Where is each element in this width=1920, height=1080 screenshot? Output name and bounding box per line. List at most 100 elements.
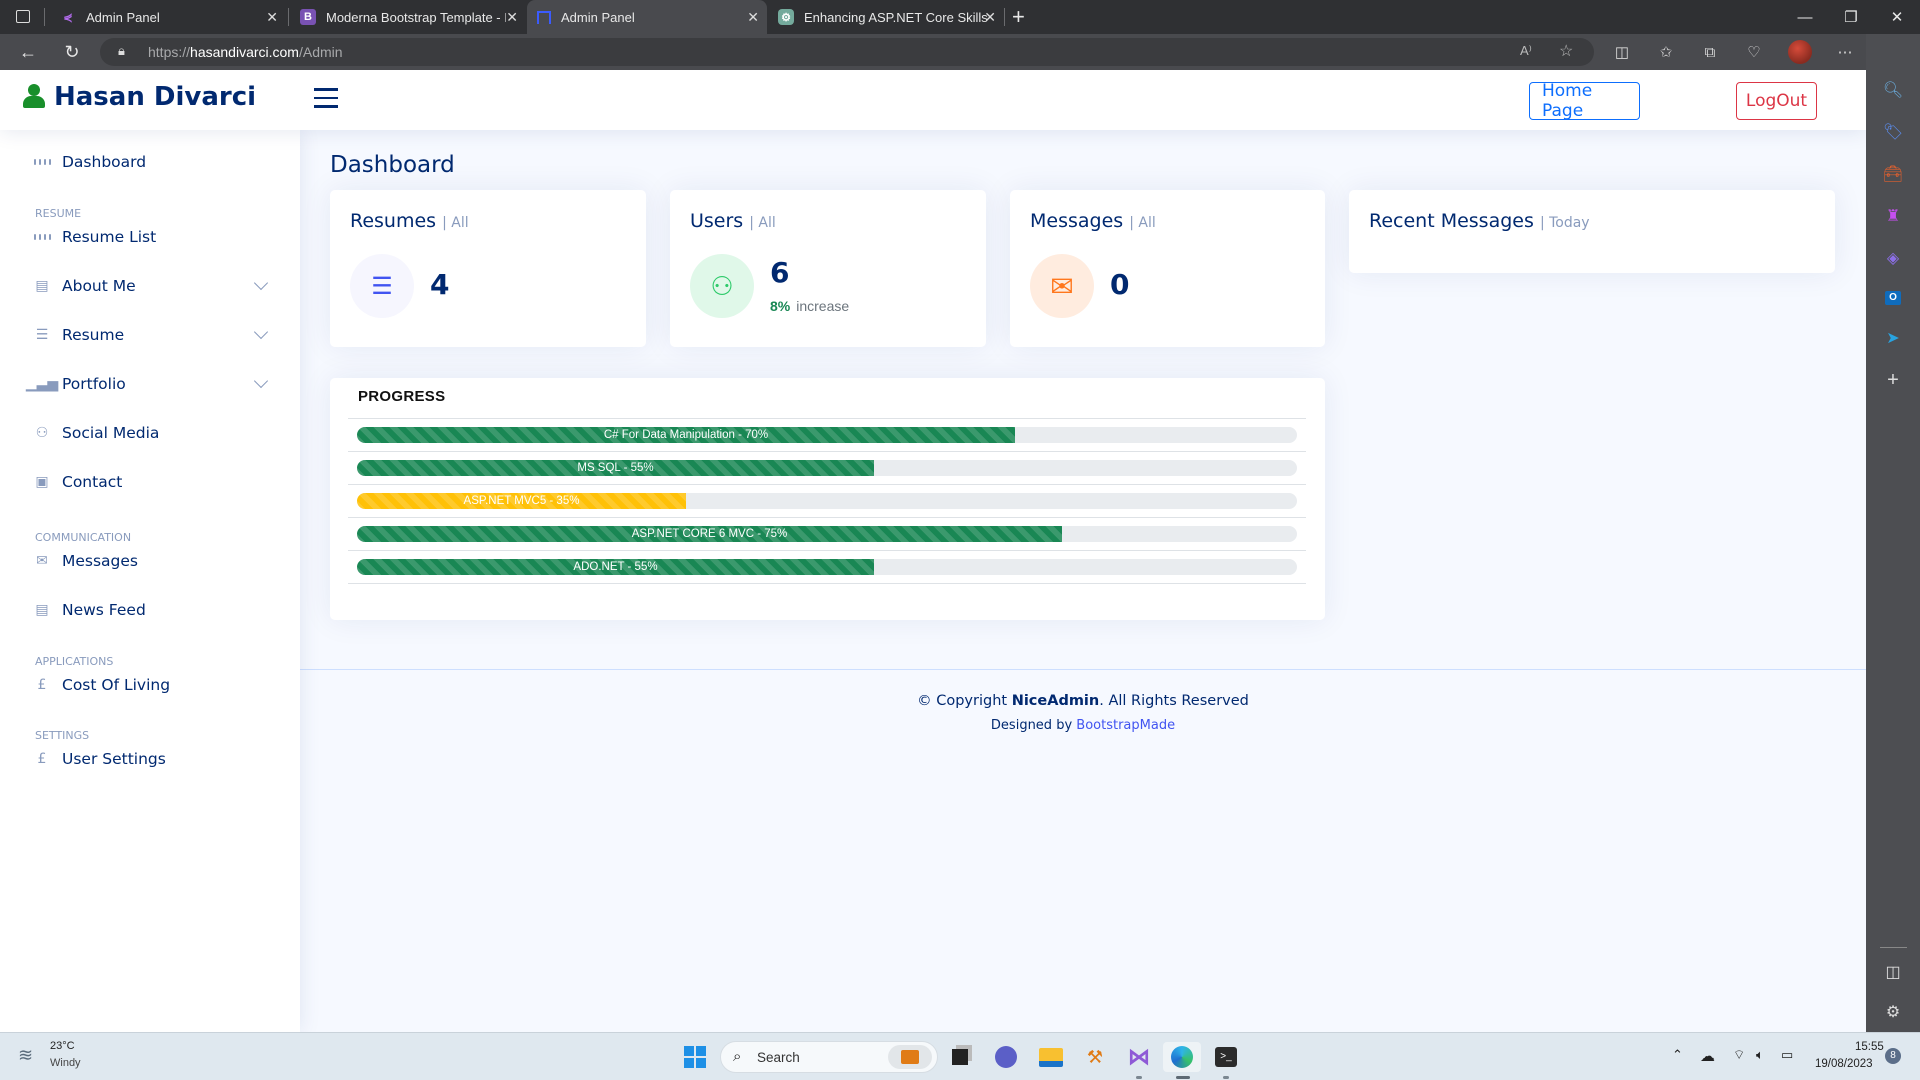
shopping-tag-icon[interactable]: 🏷︎ — [1881, 120, 1905, 144]
tab-moderna-template[interactable]: B Moderna Bootstrap Template - In ✕ — [290, 0, 526, 34]
close-tab-icon[interactable]: ✕ — [747, 9, 759, 26]
sidebar-item-social-media[interactable]: ⚇ Social Media — [20, 413, 280, 453]
sidebar-item-news-feed[interactable]: ▤ News Feed — [20, 590, 280, 630]
resumes-count: 4 — [430, 268, 450, 301]
sidebar-item-contact[interactable]: ▣ Contact — [20, 462, 280, 502]
close-tab-icon[interactable]: ✕ — [984, 9, 996, 26]
refresh-button[interactable]: ↻ — [58, 38, 86, 66]
restore-button[interactable]: ❐ — [1828, 0, 1874, 34]
games-icon[interactable]: ♜ — [1881, 204, 1905, 228]
progress-row: ADO.NET - 55% — [348, 550, 1306, 583]
card-title: Recent Messages | Today — [1369, 210, 1590, 232]
messages-card: Messages | All ✉ 0 — [1010, 190, 1325, 347]
edge-browser-icon[interactable] — [1163, 1042, 1201, 1072]
divider — [1880, 947, 1907, 948]
briefcase-icon — [888, 1045, 932, 1069]
start-button[interactable] — [680, 1042, 710, 1072]
sidebar-item-resume-list[interactable]: Resume List — [20, 217, 280, 257]
new-tab-button[interactable]: + — [1012, 4, 1025, 30]
split-screen-icon[interactable]: ◫ — [1610, 40, 1634, 64]
sidebar-item-user-settings[interactable]: £ User Settings — [20, 739, 280, 779]
browser-essentials-icon[interactable]: ♡ — [1742, 40, 1766, 64]
users-card: Users | All ⚇ 6 8% increase — [670, 190, 986, 347]
weather-temp[interactable]: 23°C — [50, 1040, 75, 1052]
sidebar-item-cost-of-living[interactable]: £ Cost Of Living — [20, 665, 280, 705]
windows-taskbar: ≋ 23°C Windy ⌕ Search ⚒ ⋈ >_ ⌃ ☁ ⌔ 🔈︎ ▭ … — [0, 1032, 1920, 1080]
profile-avatar[interactable] — [1788, 40, 1812, 64]
progress-row: MS SQL - 55% — [348, 451, 1306, 484]
task-view-icon[interactable] — [945, 1042, 975, 1072]
envelope-icon: ✉ — [1030, 254, 1094, 318]
people-icon: ⚇ — [690, 254, 754, 318]
url-bar[interactable]: 🔒︎ https://hasandivarci.com/Admin A⁾ ☆ — [100, 38, 1594, 66]
sidebar-item-about-me[interactable]: ▤ About Me — [20, 266, 280, 306]
chevron-down-icon[interactable] — [253, 324, 269, 340]
tools-icon[interactable]: 🧰︎ — [1881, 162, 1905, 186]
chevron-down-icon[interactable] — [253, 275, 269, 291]
close-window-button[interactable]: ✕ — [1874, 0, 1920, 34]
onedrive-icon[interactable]: ☁ — [1700, 1047, 1715, 1065]
progress-track: ASP.NET MVC5 - 35% — [357, 493, 1297, 509]
progress-track: C# For Data Manipulation - 70% — [357, 427, 1297, 443]
sidebar-item-dashboard[interactable]: Dashboard — [20, 142, 280, 182]
favorites-icon[interactable]: ✩ — [1654, 40, 1678, 64]
grid-icon — [33, 229, 51, 245]
sidebar-item-portfolio[interactable]: ▁▃▅ Portfolio — [20, 364, 280, 404]
page-title: Dashboard — [330, 152, 455, 178]
card-title: Messages | All — [1030, 210, 1156, 232]
clock-time[interactable]: 15:55 — [1855, 1041, 1884, 1053]
users-change: 8% increase — [770, 298, 850, 314]
progress-track: MS SQL - 55% — [357, 460, 1297, 476]
logo[interactable]: Hasan Divarci — [22, 82, 256, 112]
sql-tools-icon[interactable]: ⚒ — [1080, 1042, 1110, 1072]
collections-icon[interactable]: ⧉ — [1698, 40, 1722, 64]
home-page-button[interactable]: Home Page — [1529, 81, 1640, 121]
minimize-button[interactable]: — — [1782, 0, 1828, 34]
progress-track: ADO.NET - 55% — [357, 559, 1297, 575]
show-hidden-icons[interactable]: ⌃ — [1672, 1047, 1683, 1063]
wifi-icon[interactable]: ⌔ — [1733, 1047, 1745, 1063]
tab-enhancing-aspnet[interactable]: ⚙ Enhancing ASP.NET Core Skills ✕ — [768, 0, 1004, 34]
favorite-star-icon[interactable]: ☆ — [1559, 41, 1573, 61]
bootstrap-icon: B — [300, 9, 316, 25]
hide-sidebar-icon[interactable]: ◫ — [1881, 960, 1905, 984]
sidebar-item-messages[interactable]: ✉ Messages — [20, 541, 280, 581]
microsoft365-icon[interactable]: ◈ — [1881, 246, 1905, 270]
notification-badge[interactable]: 8 — [1885, 1048, 1901, 1064]
add-icon[interactable]: + — [1881, 368, 1905, 392]
tab-admin-panel-active[interactable]: Admin Panel ✕ — [527, 0, 767, 34]
sidebar-item-resume[interactable]: ☰ Resume — [20, 315, 280, 355]
volume-icon[interactable]: 🔈︎ — [1756, 1047, 1764, 1063]
journal-icon: ▤ — [35, 278, 49, 294]
taskbar-search[interactable]: ⌕ Search — [720, 1041, 938, 1073]
read-aloud-icon[interactable]: A⁾ — [1520, 43, 1532, 59]
tab-admin-panel-1[interactable]: ⋞ Admin Panel ✕ — [50, 0, 286, 34]
visual-studio-icon[interactable]: ⋈ — [1124, 1042, 1154, 1072]
clock-date[interactable]: 19/08/2023 — [1815, 1058, 1873, 1070]
bar-chart-icon: ▁▃▅ — [25, 376, 59, 392]
progress-row: C# For Data Manipulation - 70% — [348, 418, 1306, 451]
close-tab-icon[interactable]: ✕ — [506, 9, 518, 26]
tab-actions-icon[interactable] — [16, 10, 30, 23]
url-text[interactable]: https://hasandivarci.com/Admin — [148, 44, 343, 60]
battery-icon[interactable]: ▭ — [1781, 1047, 1793, 1063]
bootstrapmade-link[interactable]: BootstrapMade — [1076, 718, 1175, 733]
search-icon[interactable]: 🔍︎ — [1881, 78, 1905, 102]
progress-bar-fill: ASP.NET CORE 6 MVC - 75% — [357, 526, 1062, 542]
teams-chat-icon[interactable] — [991, 1042, 1021, 1072]
outlook-icon[interactable]: O — [1881, 286, 1905, 310]
toggle-sidebar-button[interactable] — [314, 88, 338, 110]
progress-title: PROGRESS — [358, 388, 446, 405]
logout-button[interactable]: LogOut — [1736, 82, 1817, 120]
chevron-down-icon[interactable] — [253, 373, 269, 389]
settings-icon[interactable]: ⚙ — [1881, 1000, 1905, 1024]
drop-icon[interactable]: ➤ — [1881, 326, 1905, 350]
terminal-icon[interactable]: >_ — [1211, 1042, 1241, 1072]
back-button[interactable]: ← — [14, 38, 42, 66]
more-icon[interactable]: ⋯ — [1833, 40, 1857, 64]
wind-icon[interactable]: ≋ — [18, 1045, 33, 1066]
list-icon: ☰ — [350, 254, 414, 318]
close-tab-icon[interactable]: ✕ — [266, 9, 278, 26]
weather-desc[interactable]: Windy — [50, 1057, 81, 1069]
file-explorer-icon[interactable] — [1036, 1042, 1066, 1072]
